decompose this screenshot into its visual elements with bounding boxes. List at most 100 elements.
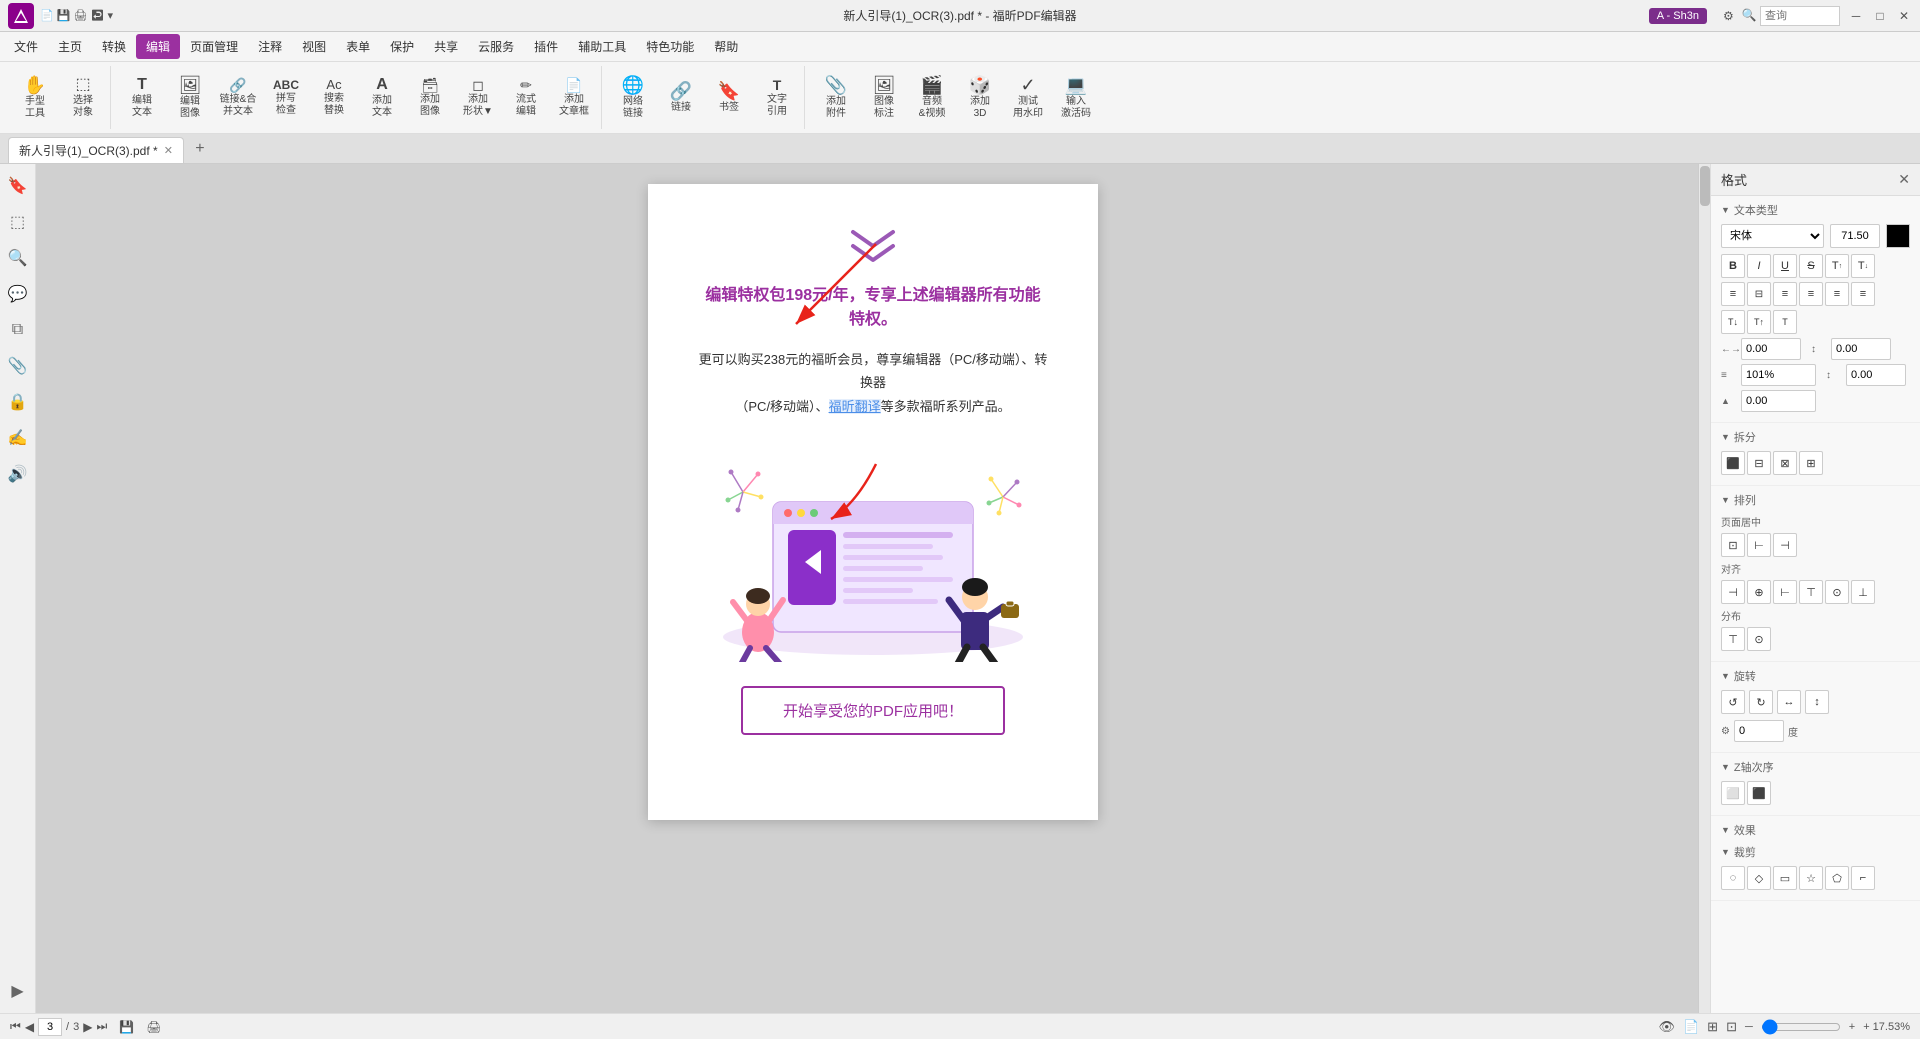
menu-edit[interactable]: 编辑 [136, 34, 180, 59]
menu-share[interactable]: 共享 [424, 34, 468, 59]
video-button[interactable]: 🎬 音频&视频 [909, 68, 955, 128]
image-stamp-button[interactable]: 🖼 图像标注 [861, 68, 907, 128]
fit-page-icon[interactable]: ⊡ [1726, 1019, 1737, 1035]
zoom-in-button[interactable]: + [1849, 1021, 1855, 1033]
dist-h-button[interactable]: ⊤ [1721, 627, 1745, 651]
columns-icon[interactable]: ⊞ [1707, 1019, 1718, 1035]
sidebar-bookmark-icon[interactable]: 🔖 [4, 172, 32, 200]
menu-home[interactable]: 主页 [48, 34, 92, 59]
first-page-button[interactable]: ⏮ [10, 1019, 21, 1034]
italic-button[interactable]: I [1747, 254, 1771, 278]
rotate-cw-button[interactable]: ↻ [1749, 690, 1773, 714]
subscript-button[interactable]: T↓ [1851, 254, 1875, 278]
tab-pdf[interactable]: 新人引导(1)_OCR(3).pdf * ✕ [8, 137, 184, 163]
add-shape-button[interactable]: ◻ 添加形状▼ [455, 68, 501, 128]
canvas-area[interactable]: 编辑特权包198元/年，专享上述编辑器所有功能特权。 更可以购买238元的福昕会… [36, 164, 1710, 1013]
menu-help[interactable]: 帮助 [704, 34, 748, 59]
text-dir2-button[interactable]: T↑ [1747, 310, 1771, 334]
center-h-button[interactable]: ⊡ [1721, 533, 1745, 557]
sidebar-sign-icon[interactable]: ✍ [4, 424, 32, 452]
activation-code-button[interactable]: 💻 输入激活码 [1053, 68, 1099, 128]
zoom-out-button[interactable]: ─ [1745, 1021, 1753, 1033]
current-page-input[interactable] [38, 1018, 62, 1036]
crop-star-button[interactable]: ☆ [1799, 866, 1823, 890]
rotation-angle-input[interactable] [1734, 720, 1784, 742]
sidebar-search-icon[interactable]: 🔍 [4, 244, 32, 272]
rotate-ccw-button[interactable]: ↺ [1721, 690, 1745, 714]
sidebar-attach-icon[interactable]: 📎 [4, 352, 32, 380]
crop-rect-button[interactable]: ▭ [1773, 866, 1797, 890]
superscript-button[interactable]: T↑ [1825, 254, 1849, 278]
sidebar-speaker-icon[interactable]: 🔊 [4, 460, 32, 488]
maximize-button[interactable]: □ [1872, 8, 1888, 24]
align-top-button[interactable]: ≡ [1825, 282, 1849, 306]
line-height-input[interactable] [1741, 364, 1816, 386]
align-right-button[interactable]: ≡ [1773, 282, 1797, 306]
char-spacing-input[interactable] [1741, 338, 1801, 360]
center-both-button[interactable]: ⊣ [1773, 533, 1797, 557]
menu-file[interactable]: 文件 [4, 34, 48, 59]
text-quote-button[interactable]: T 文字引用 [754, 68, 800, 128]
style-edit-button[interactable]: ✏ 流式编辑 [503, 68, 549, 128]
align-justify-button[interactable]: ≡ [1799, 282, 1823, 306]
crop-pentagon-button[interactable]: ⬠ [1825, 866, 1849, 890]
col1-button[interactable]: ⬛ [1721, 451, 1745, 475]
find-replace-button[interactable]: Ac 搜索替换 [311, 68, 357, 128]
eye-icon[interactable]: 👁 [1658, 1019, 1675, 1035]
hand-tool-button[interactable]: ✋ 手型工具 [12, 68, 58, 128]
underline-button[interactable]: U [1773, 254, 1797, 278]
menu-features[interactable]: 特色功能 [636, 34, 704, 59]
text-dir3-button[interactable]: T [1773, 310, 1797, 334]
align-left-button[interactable]: ≡ [1721, 282, 1745, 306]
prev-page-button[interactable]: ◀ [25, 1020, 34, 1034]
scrollbar-thumb[interactable] [1700, 166, 1710, 206]
minimize-button[interactable]: ─ [1848, 8, 1864, 24]
link-merge-button[interactable]: 🔗 链接&合并文本 [215, 68, 261, 128]
sidebar-layers-icon[interactable]: ⧉ [4, 316, 32, 344]
col3-button[interactable]: ⊠ [1773, 451, 1797, 475]
add-file-button[interactable]: 📎 添加附件 [813, 68, 859, 128]
menu-form[interactable]: 表单 [336, 34, 380, 59]
menu-assist[interactable]: 辅助工具 [568, 34, 636, 59]
add-image-button[interactable]: 🗃 添加图像 [407, 68, 453, 128]
col4-button[interactable]: ⊞ [1799, 451, 1823, 475]
text-dir-button[interactable]: T↓ [1721, 310, 1745, 334]
sidebar-thumbnail-icon[interactable]: ⬚ [4, 208, 32, 236]
font-size-input[interactable] [1830, 224, 1880, 248]
align-bottom-button[interactable]: ≡ [1851, 282, 1875, 306]
view-mode-icon[interactable]: 📄 [1683, 1019, 1699, 1035]
sidebar-expand-icon[interactable]: ▶ [4, 977, 32, 1005]
select-object-button[interactable]: ⬚ 选择对象 [60, 68, 106, 128]
strikethrough-button[interactable]: S [1799, 254, 1823, 278]
next-page-button[interactable]: ▶ [83, 1020, 92, 1034]
sidebar-annotation-icon[interactable]: 💬 [4, 280, 32, 308]
network-link-button[interactable]: 🌐 网络链接 [610, 68, 656, 128]
watermark-button[interactable]: ✓ 测试用水印 [1005, 68, 1051, 128]
menu-view[interactable]: 视图 [292, 34, 336, 59]
cta-button[interactable]: 开始享受您的PDF应用吧！ [741, 686, 1005, 735]
bookmark-button[interactable]: 🔖 书签 [706, 68, 752, 128]
align-top2-button[interactable]: ⊤ [1799, 580, 1823, 604]
bring-front-button[interactable]: ⬜ [1721, 781, 1745, 805]
tab-close-button[interactable]: ✕ [164, 144, 173, 157]
align-left2-button[interactable]: ⊣ [1721, 580, 1745, 604]
send-back-button[interactable]: ⬛ [1747, 781, 1771, 805]
flip-h-button[interactable]: ↔ [1777, 690, 1801, 714]
menu-annotate[interactable]: 注释 [248, 34, 292, 59]
offset-input[interactable] [1846, 364, 1906, 386]
align-centerh-button[interactable]: ⊕ [1747, 580, 1771, 604]
add-text-button[interactable]: A 添加文本 [359, 68, 405, 128]
crop-corner-button[interactable]: ⌐ [1851, 866, 1875, 890]
crop-circle-button[interactable]: ◌ [1721, 866, 1745, 890]
align-bottom2-button[interactable]: ⊥ [1851, 580, 1875, 604]
menu-page-manage[interactable]: 页面管理 [180, 34, 248, 59]
align-right2-button[interactable]: ⊢ [1773, 580, 1797, 604]
menu-plugin[interactable]: 插件 [524, 34, 568, 59]
indent-input[interactable] [1831, 338, 1891, 360]
menu-cloud[interactable]: 云服务 [468, 34, 524, 59]
add-article-button[interactable]: 📄 添加文章框 [551, 68, 597, 128]
baseline-input[interactable] [1741, 390, 1816, 412]
font-color-picker[interactable] [1886, 224, 1910, 248]
center-v-button[interactable]: ⊢ [1747, 533, 1771, 557]
link-button[interactable]: 🔗 链接 [658, 68, 704, 128]
